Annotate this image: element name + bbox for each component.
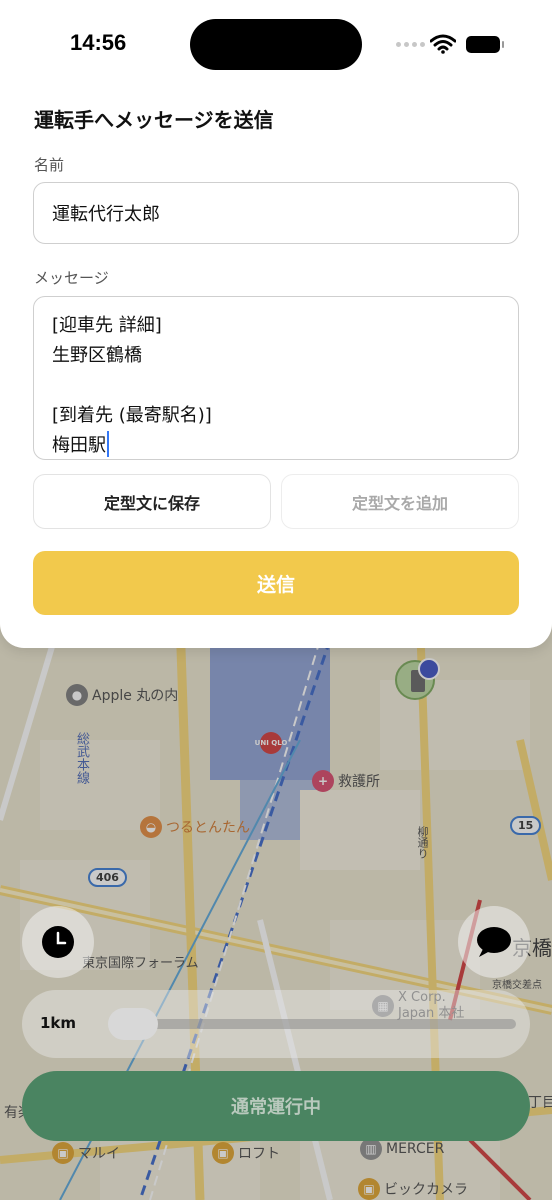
clock-icon [42,926,74,958]
cellular-signal-icon [396,42,425,47]
sheet-title: 運転手へメッセージを送信 [34,108,274,132]
message-line: [到着先 (最寄駅名)] [52,405,212,426]
operation-status-button[interactable]: 通常運行中 [22,1071,530,1141]
status-time: 14:56 [70,30,127,55]
battery-icon [466,36,504,53]
message-label: メッセージ [34,269,109,287]
status-bar: 14:56 [0,0,552,90]
message-sheet: 14:56 運転手へメッセージを送信 名前 運転代行太郎 メッセージ [迎車先 … [0,0,552,648]
radius-label: 1km [40,1014,77,1032]
dynamic-island [190,19,362,70]
add-template-button[interactable]: 定型文を追加 [281,474,519,529]
message-button[interactable] [458,906,530,978]
radius-slider-track[interactable] [112,1019,516,1029]
message-field[interactable]: [迎車先 詳細] 生野区鶴橋 [到着先 (最寄駅名)] 梅田駅 [33,296,519,460]
radius-control: 1km [22,990,530,1058]
message-line: [迎車先 詳細] [52,315,162,336]
message-line: 生野区鶴橋 [52,345,142,366]
text-caret [107,431,109,457]
send-button[interactable]: 送信 [33,551,519,615]
wifi-icon [430,34,456,54]
message-line-last: 梅田駅 [52,431,500,459]
message-line [52,371,500,401]
chat-bubble-icon [477,927,511,957]
radius-slider-thumb[interactable] [108,1008,158,1040]
save-template-button[interactable]: 定型文に保存 [33,474,271,529]
name-label: 名前 [34,156,65,174]
history-button[interactable] [22,906,94,978]
name-field[interactable]: 運転代行太郎 [33,182,519,244]
